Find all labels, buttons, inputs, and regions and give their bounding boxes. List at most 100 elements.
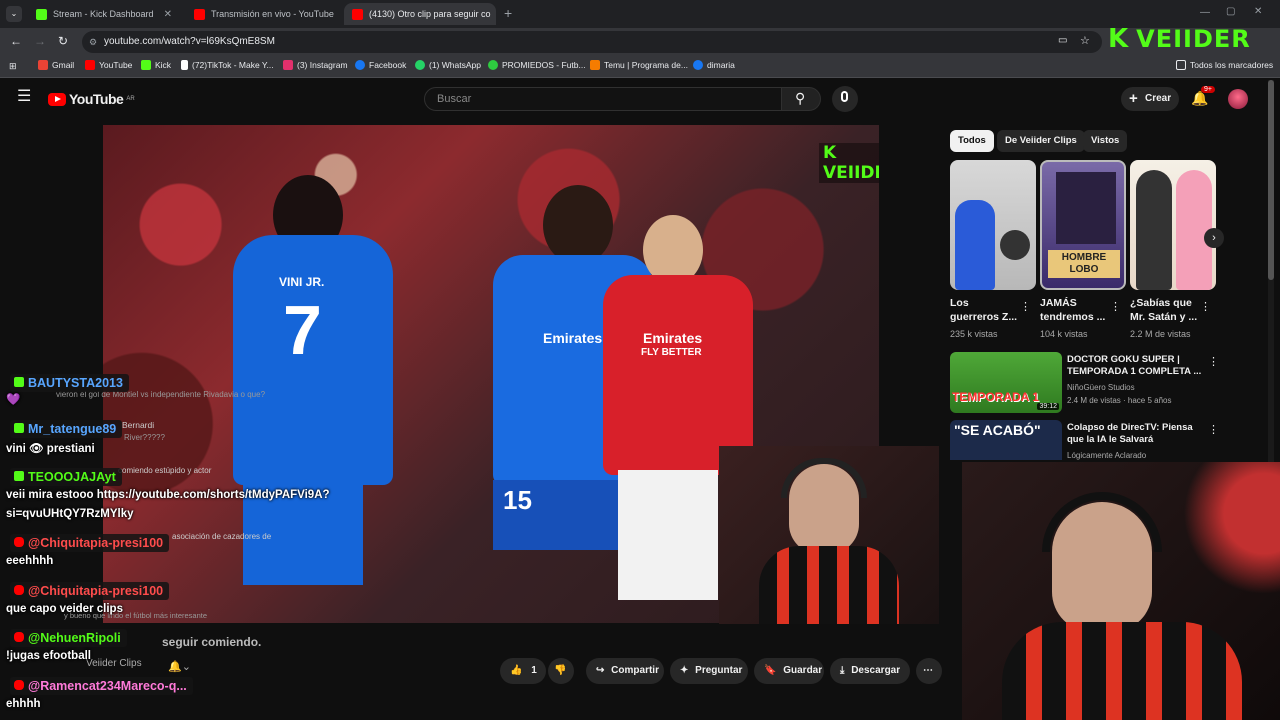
- menu-icon[interactable]: ☰: [17, 89, 31, 105]
- whatsapp-icon: [415, 60, 425, 70]
- browser-tab-bar: ⌄ Stream - Kick Dashboard ✕ Transmisión …: [0, 0, 1280, 28]
- bookmark-icon: 🔖: [764, 665, 777, 676]
- youtube-icon: [85, 60, 95, 70]
- short-title[interactable]: ¿Sabías que Mr. Satán y ...: [1130, 296, 1200, 324]
- share-button[interactable]: ↪ Compartir: [586, 658, 664, 684]
- reload-icon[interactable]: ↻: [58, 34, 68, 48]
- save-button[interactable]: 🔖 Guardar: [754, 658, 824, 684]
- download-button[interactable]: ⤓ Descargar: [830, 658, 910, 684]
- apps-grid-icon[interactable]: ⊞: [9, 61, 17, 72]
- tab-list-icon[interactable]: ⌄: [6, 6, 22, 22]
- notifications-button[interactable]: 🔔 9+: [1191, 86, 1215, 108]
- all-bookmarks[interactable]: Todos los marcadores: [1176, 60, 1273, 70]
- temu-icon: [590, 60, 600, 70]
- more-horizontal-icon: ⋯: [923, 665, 933, 676]
- minimize-button[interactable]: —: [1200, 7, 1210, 18]
- bookmark-gmail[interactable]: Gmail: [38, 60, 74, 70]
- maximize-button[interactable]: ▢: [1226, 6, 1235, 17]
- kick-badge-icon: [14, 423, 24, 433]
- plus-icon: +: [1129, 90, 1138, 107]
- more-vert-icon[interactable]: ⋮: [1110, 300, 1121, 313]
- facebook-icon: [693, 60, 703, 70]
- recommended-channel[interactable]: Lógicamente Aclarado: [1067, 451, 1146, 460]
- recommended-title[interactable]: Colapso de DirecTV: Piensa que la IA le …: [1067, 422, 1207, 446]
- youtube-header: ☰ YouTube AR Buscar ⚲ + Crear 🔔 9+: [0, 79, 1280, 119]
- close-icon[interactable]: ✕: [164, 9, 172, 20]
- chat-username: Mr_tatengue89: [10, 420, 123, 438]
- chat-username: @Chiquitapia-presi100: [10, 534, 170, 552]
- recommended-channel[interactable]: NiñoGüero Studios: [1067, 383, 1135, 392]
- folder-icon: [1176, 60, 1186, 70]
- more-vert-icon[interactable]: ⋮: [1208, 355, 1219, 368]
- bookmark-instagram[interactable]: (3) Instagram: [283, 60, 348, 70]
- recommended-meta: 2.4 M de vistas · hace 5 años: [1067, 396, 1172, 405]
- notification-count-badge: 9+: [1201, 86, 1215, 93]
- tab-kick-dashboard[interactable]: Stream - Kick Dashboard ✕: [28, 3, 180, 25]
- close-window-button[interactable]: ✕: [1254, 6, 1262, 17]
- short-title[interactable]: JAMÁS tendremos ...: [1040, 296, 1108, 324]
- voice-search-button[interactable]: [832, 86, 858, 112]
- bookmark-facebook[interactable]: Facebook: [355, 60, 406, 70]
- site-info-icon[interactable]: ⚙: [89, 31, 97, 53]
- youtube-logo[interactable]: YouTube AR: [48, 91, 135, 107]
- kick-k-logo: K: [1108, 24, 1129, 54]
- forward-icon[interactable]: →: [34, 34, 46, 48]
- recommended-thumbnail[interactable]: "SE ACABÓ": [950, 420, 1062, 460]
- bookmark-kick[interactable]: Kick: [141, 60, 171, 70]
- more-vert-icon[interactable]: ⋮: [1200, 300, 1211, 313]
- bookmark-tiktok[interactable]: (72)TikTok - Make Y...: [181, 60, 274, 70]
- jersey-sponsor: Emirates: [543, 330, 603, 346]
- chat-username: @Chiquitapia-presi100: [10, 582, 170, 600]
- promiedos-icon: [488, 60, 498, 70]
- bookmark-star-icon[interactable]: ☆: [1080, 34, 1090, 47]
- short-thumbnail[interactable]: HOMBRE LOBO: [1040, 160, 1126, 290]
- jersey-number: 7: [283, 291, 322, 369]
- create-button[interactable]: + Crear: [1121, 87, 1179, 111]
- short-thumb-text: HOMBRE LOBO: [1048, 250, 1120, 278]
- recommended-thumbnail[interactable]: TEMPORADA 1 39:12: [950, 352, 1062, 413]
- avatar[interactable]: [1228, 89, 1248, 109]
- shorts-next-button[interactable]: ›: [1204, 228, 1224, 248]
- more-actions-button[interactable]: ⋯: [916, 658, 942, 684]
- chat-username: @NehuenRipoli: [10, 629, 127, 647]
- jersey-name: VINI JR.: [279, 275, 325, 289]
- search-button[interactable]: ⚲: [781, 87, 821, 111]
- youtube-icon: [194, 8, 205, 20]
- short-views: 235 k vistas: [950, 329, 998, 339]
- more-vert-icon[interactable]: ⋮: [1208, 423, 1219, 436]
- new-tab-button[interactable]: +: [504, 5, 512, 21]
- ask-button[interactable]: ✦ Preguntar: [670, 658, 748, 684]
- search-input[interactable]: Buscar: [424, 87, 782, 111]
- bookmark-temu[interactable]: Temu | Programa de...: [590, 60, 688, 70]
- video-duration: 39:12: [1037, 403, 1059, 410]
- short-thumbnail[interactable]: [1130, 160, 1216, 290]
- short-thumbnail[interactable]: [950, 160, 1036, 290]
- bookmark-promiedos[interactable]: PROMIEDOS - Futb...: [488, 60, 586, 70]
- more-vert-icon[interactable]: ⋮: [1020, 300, 1031, 313]
- chat-message: veii mira estooo https://youtube.com/sho…: [6, 489, 330, 501]
- bookmark-dimaria[interactable]: dimaria: [693, 60, 735, 70]
- recommended-title[interactable]: DOCTOR GOKU SUPER | TEMPORADA 1 COMPLETA…: [1067, 354, 1207, 378]
- tab-current-video[interactable]: (4130) Otro clip para seguir co ✕: [344, 3, 496, 25]
- kick-badge-icon: [14, 377, 24, 387]
- chip-de-veiider-clips[interactable]: De Veiider Clips: [997, 130, 1085, 152]
- bookmark-whatsapp[interactable]: (1) WhatsApp: [415, 60, 481, 70]
- cast-icon[interactable]: ▭: [1058, 35, 1067, 46]
- recommended-thumb-text: "SE ACABÓ": [954, 422, 1041, 438]
- tab-youtube-live[interactable]: Transmisión en vivo - YouTube ✕: [186, 3, 338, 25]
- url-input[interactable]: ⚙ youtube.com/watch?v=l69KsQmE8SM: [82, 31, 1102, 53]
- short-title[interactable]: Los guerreros Z...: [950, 296, 1018, 324]
- chat-message: vini 👁 prestiani: [6, 443, 95, 455]
- thumbs-down-icon: 👎: [554, 665, 567, 676]
- back-icon[interactable]: ←: [10, 34, 22, 48]
- youtube-badge-icon: [14, 585, 24, 595]
- chip-todos[interactable]: Todos: [950, 130, 994, 152]
- short-views: 2.2 M de vistas: [1130, 329, 1191, 339]
- like-button[interactable]: 👍 1: [500, 658, 546, 684]
- chat-message: !jugas efootball: [6, 650, 91, 662]
- chip-vistos[interactable]: Vistos: [1083, 130, 1128, 152]
- bookmark-youtube[interactable]: YouTube: [85, 60, 132, 70]
- dislike-button[interactable]: 👎: [548, 658, 574, 684]
- chat-message: eeehhhh: [6, 555, 54, 567]
- webcam-large: [962, 462, 1280, 720]
